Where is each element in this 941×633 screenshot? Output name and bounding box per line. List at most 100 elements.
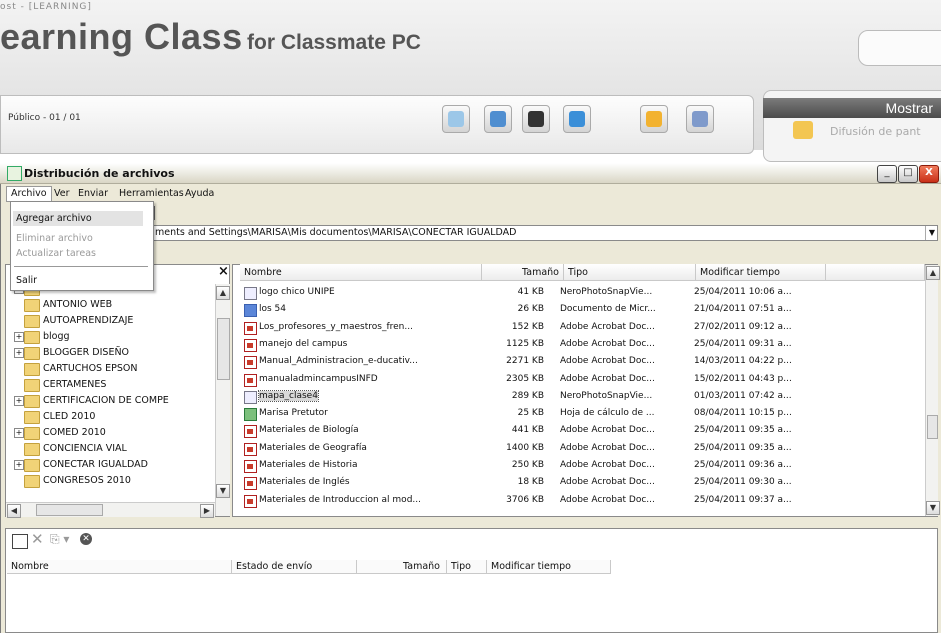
file-scroll-thumb[interactable] [927,415,938,439]
tree-horizontal-scrollbar[interactable]: ◀ ▶ [6,502,215,518]
file-size: 18 KB [517,477,544,488]
expand-icon[interactable]: + [14,348,24,358]
column-header-modificar[interactable]: Modificar tiempo [696,264,826,281]
file-row[interactable]: manualadmincampusINFD 2305 KB Adobe Acroba… [244,373,924,388]
scroll-down-icon[interactable]: ▼ [926,501,940,515]
file-row[interactable]: manejo del campus 1125 KB Adobe Acrobat Do… [244,338,924,353]
send-column-tamano[interactable]: Tamaño [357,560,447,574]
file-row[interactable]: los 54 26 KB Documento de Micr... 21/04/201… [244,304,924,318]
column-header-tipo[interactable]: Tipo [564,264,696,281]
monitor-button[interactable] [522,105,550,133]
delete-icon[interactable]: ✕ [31,530,44,548]
chevron-down-icon[interactable]: ▼ [925,226,938,240]
minimize-button[interactable]: _ [877,165,897,183]
send-column-modificar[interactable]: Modificar tiempo [487,560,611,574]
folder-icon [24,443,40,456]
users-button[interactable] [484,105,512,133]
column-header-tamano[interactable]: Tamaño [482,264,564,281]
menu-ayuda[interactable]: Ayuda [185,188,214,199]
folder-icon [24,347,40,360]
menu-item-actualizar-tareas[interactable]: Actualizar tareas [16,248,96,259]
image-file-icon [244,390,257,404]
file-size: 3706 KB [506,494,544,505]
folder-icon [24,315,40,328]
broadcast-screen-icon[interactable] [793,121,813,139]
column-header-filler [826,264,925,281]
folder-icon [24,411,40,424]
tree-item-label: CONECTAR IGUALDAD [43,459,148,470]
file-name: manejo del campus [259,338,348,349]
pdf-file-icon [244,373,257,387]
lock-button[interactable] [640,105,668,133]
file-size: 26 KB [517,304,544,315]
file-type: Adobe Acrobat Doc... [560,477,655,488]
file-name: mapa_clase4 [258,389,319,402]
file-row[interactable]: Marisa Pretutor 25 KB Hoja de cálculo de .… [244,408,924,422]
folder-icon [24,475,40,488]
cancel-icon[interactable]: ✕ [80,533,92,545]
file-row[interactable]: Materiales de Historia 250 KB Adobe Acroba… [244,460,924,474]
menu-item-salir[interactable]: Salir [16,275,37,286]
file-row[interactable]: Los_profesores_y_maestros_fren... 152 KB A… [244,321,924,336]
tree-item-label: blogg [43,331,70,342]
scroll-left-icon[interactable]: ◀ [7,504,21,518]
menu-item-eliminar-archivo[interactable]: Eliminar archivo [16,233,93,244]
tree-item-label: BLOGGER DISEÑO [43,347,130,358]
send-column-nombre[interactable]: Nombre [7,560,232,574]
file-modified: 14/03/2011 04:22 p... [694,356,792,367]
menu-item-agregar-archivo[interactable]: Agregar archivo [13,211,143,226]
file-type: Documento de Micr... [560,304,656,315]
mostrar-header: Mostrar [763,98,941,118]
file-list-vertical-scrollbar[interactable]: ▲ ▼ [925,265,940,516]
screen-share-button[interactable] [442,105,470,133]
pdf-file-icon [244,425,257,439]
scroll-up-icon[interactable]: ▲ [926,266,940,280]
menu-herramientas[interactable]: Herramientas [119,188,184,199]
send-icon[interactable]: ⎘ ▾ [50,532,69,547]
file-modified: 25/04/2011 09:35 a... [694,425,792,436]
file-size: 25 KB [517,408,544,419]
menu-enviar[interactable]: Enviar [78,188,108,199]
scroll-up-icon[interactable]: ▲ [216,286,230,300]
expand-icon[interactable]: + [14,332,24,342]
file-row[interactable]: mapa_clase4 289 KB NeroPhotoSnapVie... 01/0… [244,389,924,405]
difusion-label[interactable]: Difusión de pant [830,125,921,138]
file-modified: 27/02/2011 09:12 a... [694,321,792,332]
folder-icon [24,363,40,376]
expand-icon[interactable]: + [14,460,24,470]
grid-view-button[interactable] [686,105,714,133]
menu-archivo[interactable]: Archivo [6,186,52,202]
broadcast-button[interactable] [563,105,591,133]
send-column-estado[interactable]: Estado de envío [232,560,357,574]
expand-icon[interactable]: + [14,396,24,406]
scroll-right-icon[interactable]: ▶ [200,504,214,518]
close-icon[interactable]: × [218,264,229,279]
tree-hscroll-thumb[interactable] [36,504,103,516]
expand-icon[interactable]: + [14,428,24,438]
menu-ver[interactable]: Ver [54,188,70,199]
maximize-button[interactable]: □ [898,165,918,183]
close-button[interactable]: X [919,165,939,183]
file-row[interactable]: Materiales de Introduccion al mod... 3706… [244,494,924,509]
file-row[interactable]: Materiales de Inglés 18 KB Adobe Acrobat D… [244,477,924,491]
file-row[interactable]: Materiales de Biología 441 KB Adobe Acroba… [244,425,924,439]
app-logo-subtitle: for Classmate PC [247,31,421,54]
add-file-icon[interactable] [12,534,28,549]
address-path: ments and Settings\MARISA\Mis documentos… [155,227,517,238]
tree-item-label: CERTAMENES [43,379,107,390]
file-name: logo chico UNIPE [259,287,335,297]
file-row[interactable]: Materiales de Geografía 1400 KB Adobe Acro… [244,442,924,457]
file-modified: 25/04/2011 09:35 a... [694,442,792,453]
tree-vertical-scrollbar[interactable]: ▲ ▼ [215,284,230,516]
file-type: Hoja de cálculo de ... [560,408,655,419]
send-column-tipo[interactable]: Tipo [447,560,487,574]
file-row[interactable]: Manual_Administracion_e-ducativ... 2271 K… [244,356,924,370]
column-header-nombre[interactable]: Nombre [240,264,482,281]
tree-scroll-thumb[interactable] [217,318,230,380]
tree-item-label: CERTIFICACION DE COMPE [43,395,169,406]
word-file-icon [244,304,257,318]
excel-file-icon [244,408,257,422]
file-row[interactable]: logo chico UNIPE 41 KB NeroPhotoSnapVie...… [244,287,924,301]
login-box[interactable] [858,30,941,66]
scroll-down-icon[interactable]: ▼ [216,484,230,498]
